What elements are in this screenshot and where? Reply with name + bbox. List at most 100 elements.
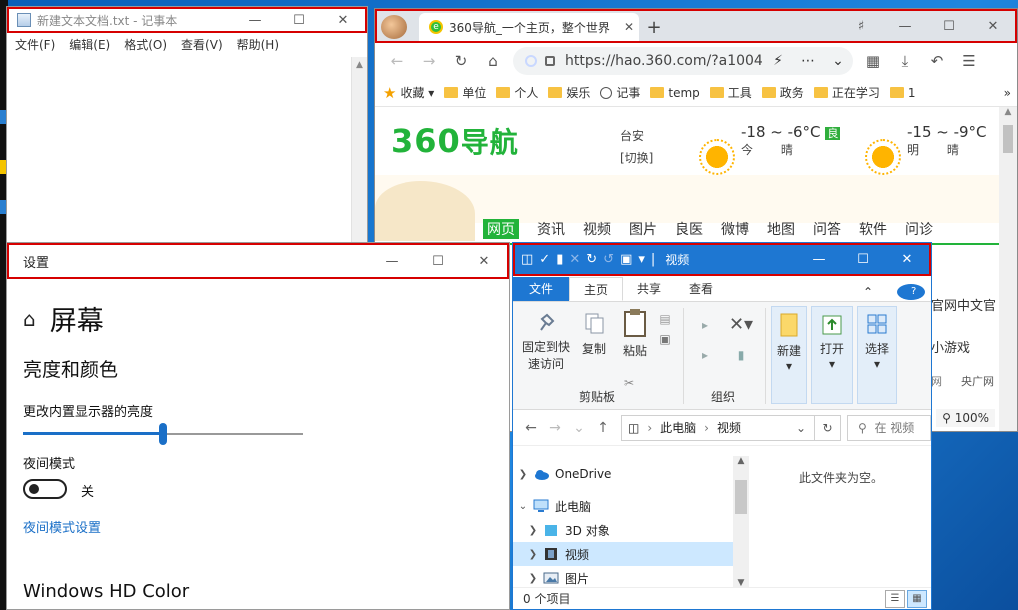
explorer-titlebar[interactable]: ◫ ✓ ▮ ✕ ↻ ↺ ▣ ▾ | 视频 — ☐ ✕ — [513, 243, 931, 276]
bookmark-link[interactable]: 记事 — [600, 84, 640, 101]
up-icon[interactable]: ↑ — [591, 420, 615, 436]
chevron-down-icon[interactable]: ⌄ — [823, 53, 853, 69]
weather-today[interactable]: -18 ~ -6°C 良 今 晴 — [741, 123, 841, 158]
maximize-button[interactable]: ☐ — [277, 8, 321, 32]
details-view-icon[interactable]: ☰ — [885, 589, 905, 608]
apps-grid-icon[interactable]: ▦ — [857, 46, 889, 76]
back-icon[interactable]: ← — [519, 420, 543, 436]
explorer-address-bar[interactable]: ◫ › 此电脑 › 视频 ⌄ — [621, 414, 815, 441]
avatar[interactable] — [381, 15, 407, 39]
settings-titlebar[interactable]: 设置 — ☐ ✕ — [7, 243, 509, 279]
new-tab-button[interactable]: + — [639, 13, 669, 41]
menu-format[interactable]: 格式(O) — [124, 36, 167, 53]
bookmark-folder[interactable]: 1 — [889, 86, 915, 100]
link-fragment[interactable]: 小游戏 — [931, 337, 970, 356]
copy-path-icon[interactable]: ▤ — [655, 312, 675, 326]
minimize-button[interactable]: — — [797, 248, 841, 272]
night-mode-settings-link[interactable]: 夜间模式设置 — [23, 517, 101, 536]
browser-tabbar[interactable]: e 360导航_一个主页，整个世界 ✕ + ♯ — ☐ ✕ — [375, 9, 1017, 43]
shirt-skin-icon[interactable]: ♯ — [839, 11, 883, 41]
nav-qa[interactable]: 问答 — [813, 219, 841, 239]
notepad-scrollbar[interactable]: ▲ — [351, 57, 367, 245]
chevron-down-icon[interactable]: ⌄ — [796, 421, 814, 435]
scroll-up-icon[interactable]: ▲ — [733, 456, 749, 466]
menu-view[interactable]: 查看(V) — [181, 36, 223, 53]
paste-button[interactable]: 粘贴 — [617, 308, 653, 359]
browser-tab[interactable]: e 360导航_一个主页，整个世界 ✕ — [419, 13, 639, 41]
paste-shortcut-icon[interactable]: ▣ — [655, 332, 675, 346]
tree-item-this-pc[interactable]: ⌄ 此电脑 — [513, 494, 733, 518]
tab-file[interactable]: 文件 — [513, 277, 570, 301]
rename-icon[interactable]: ▣ — [620, 252, 632, 267]
forward-icon[interactable]: → — [413, 46, 445, 76]
nav-image[interactable]: 图片 — [629, 219, 657, 239]
nav-news[interactable]: 资讯 — [537, 219, 565, 239]
browser-scrollbar[interactable]: ▲ — [999, 107, 1017, 431]
tab-view[interactable]: 查看 — [675, 277, 727, 301]
more-icon[interactable]: ⋯ — [793, 53, 823, 69]
download-icon[interactable]: ⤓ — [889, 46, 921, 76]
bookmark-folder[interactable]: 个人 — [496, 84, 538, 101]
site-info-icon[interactable] — [525, 55, 537, 67]
new-button[interactable]: 新建 ▾ — [773, 312, 805, 373]
scroll-thumb[interactable] — [735, 480, 747, 514]
night-mode-toggle[interactable] — [23, 479, 67, 499]
nav-web[interactable]: 网页 — [483, 219, 519, 239]
cut-icon[interactable]: ✂ — [619, 376, 639, 390]
bookmark-folder[interactable]: 娱乐 — [548, 84, 590, 101]
select-button[interactable]: 选择 ▾ — [859, 312, 895, 371]
link-fragment[interactable]: 央广网 — [961, 373, 994, 389]
delete-icon[interactable]: ✕ — [569, 252, 580, 267]
collapse-ribbon-icon[interactable]: ⌃ — [849, 280, 887, 304]
menu-icon[interactable]: ☰ — [953, 46, 985, 76]
lock-icon[interactable] — [545, 56, 555, 66]
nav-consult[interactable]: 问诊 — [905, 219, 933, 239]
forward-icon[interactable]: → — [543, 420, 567, 436]
tab-close-icon[interactable]: ✕ — [619, 20, 639, 34]
brightness-slider[interactable] — [23, 423, 303, 445]
bookmark-folder[interactable]: temp — [650, 86, 700, 100]
scroll-up-icon[interactable]: ▲ — [352, 57, 367, 73]
maximize-button[interactable]: ☐ — [415, 249, 461, 273]
address-bar[interactable]: https://hao.360.com/?a1004 ⚡ ⋯ ⌄ — [513, 47, 853, 75]
scroll-thumb[interactable] — [1003, 125, 1013, 153]
link-fragment[interactable]: 官网中文官 — [931, 295, 996, 314]
bookmark-folder[interactable]: 工具 — [709, 84, 752, 101]
undo-icon[interactable]: ↶ — [921, 46, 953, 76]
customize-toolbar-icon[interactable]: ▾ — [638, 252, 645, 267]
nav-doctor[interactable]: 良医 — [675, 219, 703, 239]
bookmark-folder[interactable]: 政务 — [761, 84, 804, 101]
breadcrumb-leaf[interactable]: 视频 — [717, 419, 741, 436]
copy-to-icon[interactable]: ▸ — [693, 348, 717, 362]
redo-icon[interactable]: ↻ — [586, 252, 597, 267]
bookmarks-overflow-icon[interactable]: » — [1004, 86, 1011, 100]
menu-file[interactable]: 文件(F) — [15, 36, 55, 53]
delete-button-icon[interactable]: ✕▾ — [727, 314, 755, 335]
home-icon[interactable]: ⌂ — [477, 46, 509, 76]
menu-edit[interactable]: 编辑(E) — [69, 36, 110, 53]
lightning-icon[interactable]: ⚡ — [763, 53, 793, 69]
maximize-button[interactable]: ☐ — [927, 11, 971, 41]
tab-share[interactable]: 共享 — [623, 277, 675, 301]
navigation-scrollbar[interactable]: ▲ ▼ — [733, 456, 749, 588]
close-button[interactable]: ✕ — [321, 8, 365, 32]
close-button[interactable]: ✕ — [461, 249, 507, 273]
properties-icon[interactable]: ✓ — [539, 252, 550, 267]
notepad-text-area[interactable] — [7, 57, 351, 245]
close-button[interactable]: ✕ — [971, 11, 1015, 41]
minimize-button[interactable]: — — [369, 249, 415, 273]
refresh-icon[interactable]: ↻ — [815, 414, 841, 441]
breadcrumb-root[interactable]: 此电脑 — [660, 419, 696, 436]
help-icon[interactable]: ? — [897, 284, 925, 300]
scroll-up-icon[interactable]: ▲ — [999, 107, 1017, 123]
bookmark-favorites[interactable]: ★ 收藏 ▾ — [383, 84, 434, 102]
explorer-search-input[interactable]: ⚲ 在 视频 — [847, 414, 931, 441]
tree-item-videos[interactable]: ❯ 视频 — [513, 542, 733, 566]
rename-button-icon[interactable]: ▮ — [727, 348, 755, 362]
move-to-icon[interactable]: ▸ — [693, 318, 717, 332]
notepad-titlebar[interactable]: 新建文本文档.txt - 记事本 — ☐ ✕ — [7, 7, 367, 33]
bookmark-folder[interactable]: 正在学习 — [813, 84, 880, 101]
zoom-level[interactable]: ⚲ 100% — [936, 409, 995, 427]
open-button[interactable]: 打开 ▾ — [813, 312, 851, 371]
undo-icon[interactable]: ↺ — [603, 252, 614, 267]
